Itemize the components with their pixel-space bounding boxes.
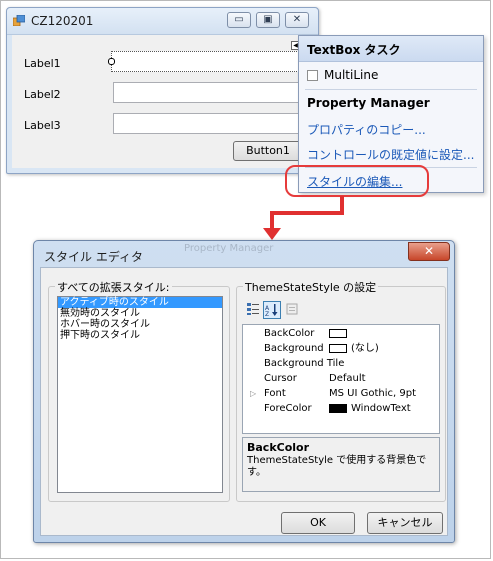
- maximize-icon: ▣: [263, 14, 273, 25]
- property-description-pane: BackColor ThemeStateStyle で使用する背景色です。: [242, 437, 440, 492]
- arrow-segment: [270, 211, 344, 215]
- expand-triangle-icon[interactable]: ▷: [250, 386, 260, 401]
- form-title: CZ120201: [31, 14, 94, 28]
- settings-group-label: ThemeStateStyle の設定: [243, 279, 379, 295]
- list-item[interactable]: アクティブ時のスタイル: [58, 297, 222, 308]
- color-swatch: [329, 403, 347, 413]
- image-swatch: [329, 343, 347, 353]
- property-row[interactable]: Background (なし): [243, 341, 439, 356]
- tasks-title: TextBox タスク: [307, 43, 401, 57]
- property-row[interactable]: BackColor: [243, 326, 439, 341]
- copy-properties-link[interactable]: プロパティのコピー...: [307, 121, 426, 138]
- arrow-down-icon: [263, 228, 281, 240]
- background-ghost-text: Property Manager: [184, 243, 274, 254]
- button1[interactable]: Button1: [233, 141, 303, 161]
- property-value[interactable]: (なし): [329, 341, 379, 356]
- dialog-close-button[interactable]: ✕: [408, 242, 450, 261]
- property-name: Background: [264, 343, 324, 354]
- form-app-icon: [13, 15, 25, 26]
- property-row[interactable]: ForeColor WindowText: [243, 401, 439, 416]
- textbox3[interactable]: [113, 113, 311, 134]
- label1[interactable]: Label1: [24, 57, 61, 70]
- color-swatch: [329, 328, 347, 338]
- property-name: Font: [264, 388, 286, 399]
- styles-group-label: すべての拡張スタイル:: [55, 279, 172, 295]
- form-designer-window: CZ120201 ▭ ▣ ✕ Label1 Label2 Label3 ◀ Bu…: [6, 7, 319, 174]
- tasks-header: TextBox タスク: [299, 36, 483, 62]
- property-value[interactable]: MS UI Gothic, 9pt: [329, 386, 416, 401]
- property-name: Background Tile: [264, 358, 345, 369]
- property-value-text: WindowText: [351, 403, 411, 414]
- cancel-button[interactable]: キャンセル: [367, 512, 443, 534]
- style-editor-dialog: スタイル エディタ Property Manager ✕ すべての拡張スタイル:…: [33, 240, 455, 543]
- ok-button[interactable]: OK: [281, 512, 355, 534]
- property-name: ForeColor: [264, 403, 312, 414]
- close-icon: ✕: [423, 244, 435, 258]
- textbox2[interactable]: [113, 82, 311, 103]
- list-item[interactable]: 無効時のスタイル: [58, 308, 222, 319]
- svg-text:Z: Z: [265, 311, 269, 317]
- tasks-separator: [305, 89, 477, 90]
- property-pages-icon: [286, 303, 298, 315]
- form-client-area: Label1 Label2 Label3 ◀ Button1: [12, 35, 313, 168]
- multiline-label[interactable]: MultiLine: [324, 68, 378, 82]
- maximize-button[interactable]: ▣: [256, 12, 280, 28]
- alphabetical-sort-button[interactable]: A Z: [263, 301, 281, 319]
- property-row[interactable]: ▷ Font MS UI Gothic, 9pt: [243, 386, 439, 401]
- categorized-icon: [247, 303, 259, 315]
- property-value[interactable]: WindowText: [329, 401, 411, 416]
- alphabetical-sort-icon: A Z: [265, 304, 278, 318]
- styles-listbox[interactable]: アクティブ時のスタイル 無効時のスタイル ホバー時のスタイル 押下時のスタイル: [57, 296, 223, 493]
- minimize-icon: ▭: [234, 14, 244, 25]
- property-value-text: (なし): [351, 343, 379, 354]
- set-default-link[interactable]: コントロールの既定値に設定...: [307, 146, 474, 163]
- form-title-bar[interactable]: CZ120201 ▭ ▣ ✕: [7, 8, 318, 35]
- property-name: BackColor: [264, 328, 315, 339]
- multiline-checkbox[interactable]: [307, 70, 318, 81]
- property-pages-button[interactable]: [283, 301, 301, 319]
- categorized-sort-button[interactable]: [244, 301, 262, 319]
- close-button[interactable]: ✕: [285, 12, 309, 28]
- textbox1-selected[interactable]: [111, 51, 311, 72]
- property-manager-heading: Property Manager: [307, 96, 430, 110]
- highlight-callout: [285, 165, 429, 197]
- description-title: BackColor: [247, 441, 310, 454]
- list-item[interactable]: 押下時のスタイル: [58, 330, 222, 341]
- resize-handle[interactable]: [108, 58, 115, 65]
- property-value[interactable]: Default: [329, 371, 366, 386]
- property-value[interactable]: [329, 326, 351, 341]
- minimize-button[interactable]: ▭: [227, 12, 251, 28]
- close-icon: ✕: [292, 14, 302, 25]
- dialog-title: スタイル エディタ: [44, 250, 143, 264]
- label2[interactable]: Label2: [24, 88, 61, 101]
- list-item[interactable]: ホバー時のスタイル: [58, 319, 222, 330]
- dialog-client-area: すべての拡張スタイル: アクティブ時のスタイル 無効時のスタイル ホバー時のスタ…: [40, 267, 448, 536]
- description-text: ThemeStateStyle で使用する背景色です。: [247, 455, 427, 478]
- label3[interactable]: Label3: [24, 119, 61, 132]
- property-name: Cursor: [264, 373, 297, 384]
- property-row[interactable]: Cursor Default: [243, 371, 439, 386]
- property-grid[interactable]: BackColor Background (なし) Background Til…: [242, 324, 440, 434]
- property-row[interactable]: Background Tile: [243, 356, 439, 371]
